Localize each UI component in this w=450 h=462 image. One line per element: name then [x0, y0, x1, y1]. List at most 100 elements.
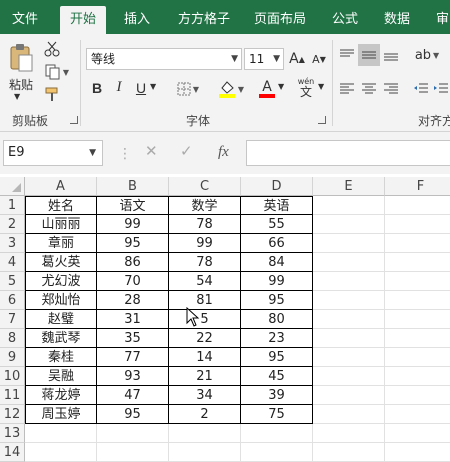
clipboard-launcher-icon[interactable]: [70, 116, 78, 124]
grid-cell[interactable]: [313, 348, 385, 367]
table-cell[interactable]: 77: [97, 348, 169, 367]
table-cell[interactable]: 99: [169, 234, 241, 253]
font-color-dropdown-icon[interactable]: ▼: [278, 82, 284, 91]
table-cell[interactable]: 75: [241, 405, 313, 424]
tab-page-layout[interactable]: 页面布局: [254, 0, 306, 34]
table-cell[interactable]: 34: [169, 386, 241, 405]
cancel-icon[interactable]: ✕: [145, 142, 158, 160]
table-cell[interactable]: 2: [169, 405, 241, 424]
table-cell[interactable]: 尤幻波: [25, 272, 97, 291]
select-all-button[interactable]: [0, 177, 25, 196]
orientation-icon[interactable]: ab ▼: [412, 46, 442, 64]
name-box[interactable]: E9 ▼: [3, 140, 103, 166]
grid-cell[interactable]: [313, 234, 385, 253]
grid-cell[interactable]: [25, 443, 97, 462]
row-header[interactable]: 8: [0, 329, 25, 348]
tab-review[interactable]: 审: [436, 0, 449, 34]
font-name-combo[interactable]: 等线 ▼: [86, 48, 242, 70]
grid-cell[interactable]: [313, 443, 385, 462]
table-cell[interactable]: 赵璧: [25, 310, 97, 329]
align-center-icon[interactable]: [360, 80, 378, 98]
borders-button[interactable]: ▼: [174, 80, 202, 98]
table-cell[interactable]: 周玉婷: [25, 405, 97, 424]
tab-fangfang-gezi[interactable]: 方方格子: [178, 0, 230, 34]
table-cell[interactable]: 葛火英: [25, 253, 97, 272]
table-cell[interactable]: 81: [169, 291, 241, 310]
tab-file[interactable]: 文件: [12, 0, 38, 34]
row-header[interactable]: 2: [0, 215, 25, 234]
font-launcher-icon[interactable]: [318, 116, 326, 124]
table-cell[interactable]: 吴融: [25, 367, 97, 386]
table-cell[interactable]: 95: [241, 348, 313, 367]
tab-formulas[interactable]: 公式: [332, 0, 358, 34]
column-header-d[interactable]: D: [241, 177, 313, 196]
grid-cell[interactable]: [169, 443, 241, 462]
table-cell[interactable]: 39: [241, 386, 313, 405]
row-header[interactable]: 12: [0, 405, 25, 424]
grid-cell[interactable]: [313, 291, 385, 310]
table-cell[interactable]: 章丽: [25, 234, 97, 253]
column-header-b[interactable]: B: [97, 177, 169, 196]
paste-icon[interactable]: [6, 42, 36, 74]
underline-dropdown-icon[interactable]: ▼: [150, 82, 156, 91]
table-cell[interactable]: 78: [169, 253, 241, 272]
formula-bar-grip-icon[interactable]: ⋮: [118, 146, 132, 162]
table-cell[interactable]: 95: [97, 234, 169, 253]
grid-cell[interactable]: [385, 310, 450, 329]
align-middle-icon[interactable]: [358, 44, 380, 66]
table-cell[interactable]: 84: [241, 253, 313, 272]
grid-cell[interactable]: [169, 424, 241, 443]
grid-cell[interactable]: [385, 253, 450, 272]
fill-color-button[interactable]: ▼: [216, 78, 246, 100]
grow-font-button[interactable]: A ▲: [288, 49, 306, 69]
bold-button[interactable]: B: [90, 80, 104, 96]
cut-icon[interactable]: [42, 40, 62, 58]
column-header-c[interactable]: C: [169, 177, 241, 196]
phonetic-dropdown-icon[interactable]: ▼: [318, 82, 324, 91]
row-header[interactable]: 10: [0, 367, 25, 386]
table-cell[interactable]: 66: [241, 234, 313, 253]
table-cell[interactable]: 70: [97, 272, 169, 291]
increase-indent-icon[interactable]: [432, 80, 450, 98]
format-painter-icon[interactable]: [42, 86, 62, 104]
table-cell[interactable]: 80: [241, 310, 313, 329]
row-header[interactable]: 9: [0, 348, 25, 367]
table-cell[interactable]: 99: [241, 272, 313, 291]
row-header[interactable]: 3: [0, 234, 25, 253]
table-cell[interactable]: 秦桂: [25, 348, 97, 367]
grid-cell[interactable]: [385, 424, 450, 443]
table-cell[interactable]: 93: [97, 367, 169, 386]
grid-cell[interactable]: [313, 329, 385, 348]
grid-cell[interactable]: [385, 329, 450, 348]
phonetic-button[interactable]: wén 文: [294, 76, 318, 100]
paste-label[interactable]: 粘贴: [6, 76, 36, 93]
align-right-icon[interactable]: [382, 80, 400, 98]
font-size-combo[interactable]: 11 ▼: [244, 48, 284, 70]
table-cell[interactable]: 86: [97, 253, 169, 272]
tab-insert[interactable]: 插入: [124, 0, 150, 34]
copy-icon[interactable]: ▼: [42, 63, 72, 81]
row-header[interactable]: 6: [0, 291, 25, 310]
decrease-indent-icon[interactable]: [412, 80, 430, 98]
grid-cell[interactable]: [385, 291, 450, 310]
row-header[interactable]: 7: [0, 310, 25, 329]
enter-icon[interactable]: ✓: [180, 142, 193, 160]
grid-cell[interactable]: [385, 196, 450, 215]
table-cell[interactable]: 5: [169, 310, 241, 329]
formula-input[interactable]: [246, 140, 450, 166]
row-header[interactable]: 11: [0, 386, 25, 405]
table-cell[interactable]: 22: [169, 329, 241, 348]
grid-cell[interactable]: [313, 424, 385, 443]
row-header[interactable]: 5: [0, 272, 25, 291]
table-header-cell[interactable]: 语文: [97, 196, 169, 215]
column-header-a[interactable]: A: [25, 177, 97, 196]
table-cell[interactable]: 山丽丽: [25, 215, 97, 234]
table-cell[interactable]: 23: [241, 329, 313, 348]
grid-cell[interactable]: [385, 234, 450, 253]
row-header[interactable]: 14: [0, 443, 25, 462]
table-cell[interactable]: 47: [97, 386, 169, 405]
grid-cell[interactable]: [313, 253, 385, 272]
grid-cell[interactable]: [313, 386, 385, 405]
shrink-font-button[interactable]: A ▼: [310, 49, 328, 69]
table-cell[interactable]: 99: [97, 215, 169, 234]
